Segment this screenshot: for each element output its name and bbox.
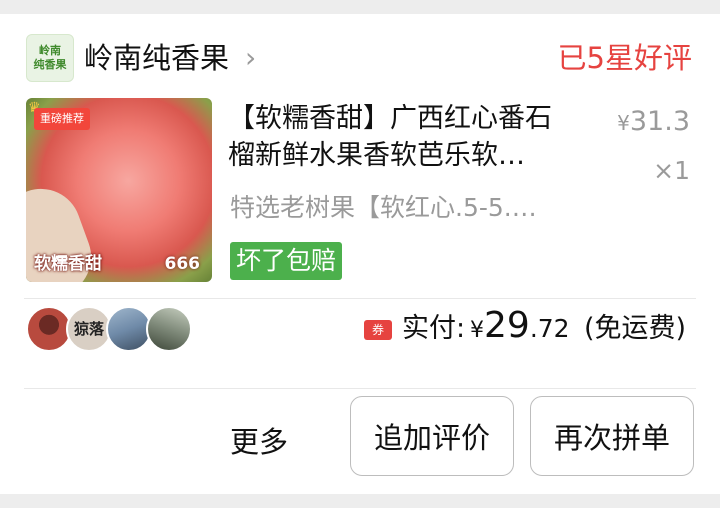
price-currency: ¥: [617, 111, 630, 135]
shipping-note: (免运费): [584, 313, 687, 344]
product-quantity: ×1: [653, 156, 690, 185]
product-image[interactable]: ♛ 重磅推荐 软糯香甜 666: [26, 98, 212, 282]
image-overlay-text: 软糯香甜: [34, 254, 102, 274]
payment-currency: ¥: [470, 318, 484, 343]
shop-logo[interactable]: 岭南 纯香果: [26, 34, 74, 82]
guarantee-badge: 坏了包赔: [230, 242, 343, 280]
payment-amount-dec: .72: [529, 314, 570, 343]
shop-name[interactable]: 岭南纯香果: [84, 38, 229, 78]
product-title[interactable]: 【软糯香甜】广西红心番石 榴新鲜水果香软芭乐软…: [228, 100, 588, 174]
reorder-button[interactable]: 再次拼单: [530, 396, 694, 476]
payment-label: 实付:: [402, 313, 466, 344]
chevron-right-icon[interactable]: ›: [245, 44, 269, 72]
divider: [24, 298, 696, 299]
product-spec: 特选老树果【软红心.5-5.…: [230, 193, 537, 222]
avatar-4: [146, 306, 192, 352]
avatar-2-text: 猄落: [73, 320, 104, 338]
product-price: ¥31.3: [617, 104, 690, 141]
payment-amount: ¥29.72: [470, 304, 570, 354]
review-status: 已5星好评: [557, 41, 692, 75]
product-title-line-2: 榴新鲜水果香软芭乐软…: [228, 140, 525, 171]
payment-amount-int: 29: [484, 305, 530, 346]
add-review-button[interactable]: 追加评价: [350, 396, 514, 476]
divider: [24, 388, 696, 389]
product-title-line-1: 【软糯香甜】广西红心番石: [228, 103, 552, 134]
coupon-icon: 券: [364, 320, 392, 340]
image-overlay-badge: 666: [164, 254, 201, 274]
more-button[interactable]: 更多: [230, 422, 288, 462]
price-value: 31.3: [629, 106, 690, 137]
image-tag: 重磅推荐: [34, 108, 90, 130]
